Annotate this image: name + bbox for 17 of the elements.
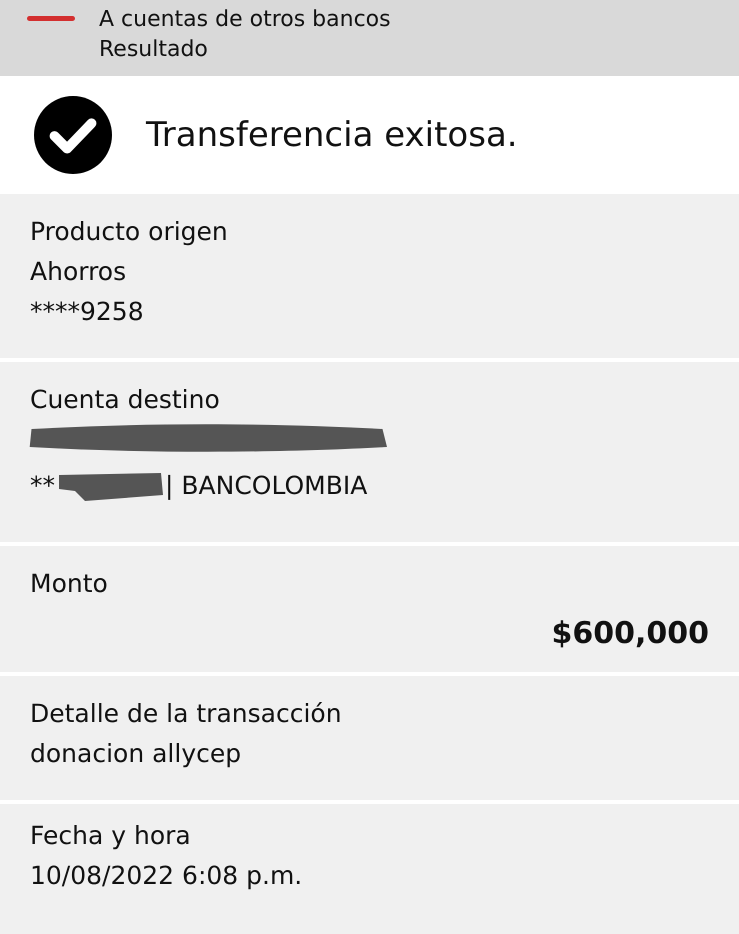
field-label: Fecha y hora xyxy=(30,820,192,852)
accent-bar xyxy=(27,16,75,21)
field-label: Cuenta destino xyxy=(30,384,221,416)
check-icon xyxy=(34,96,112,174)
field-value: 10/08/2022 6:08 p.m. xyxy=(30,860,304,892)
amount-value: $600,000 xyxy=(551,616,709,651)
field-label: Monto xyxy=(30,568,109,600)
status-message: Transferencia exitosa. xyxy=(146,115,518,155)
header-title: A cuentas de otros bancos xyxy=(99,6,391,34)
field-label: Producto origen xyxy=(30,216,229,248)
field-label: Detalle de la transacción xyxy=(30,698,343,730)
header-subtitle: Resultado xyxy=(99,36,209,64)
bank-name: | BANCOLOMBIA xyxy=(165,470,368,502)
field-value: ****9258 xyxy=(30,296,145,328)
account-mask: ** xyxy=(30,470,55,502)
field-value: donacion allycep xyxy=(30,738,242,770)
field-value: Ahorros xyxy=(30,256,128,288)
